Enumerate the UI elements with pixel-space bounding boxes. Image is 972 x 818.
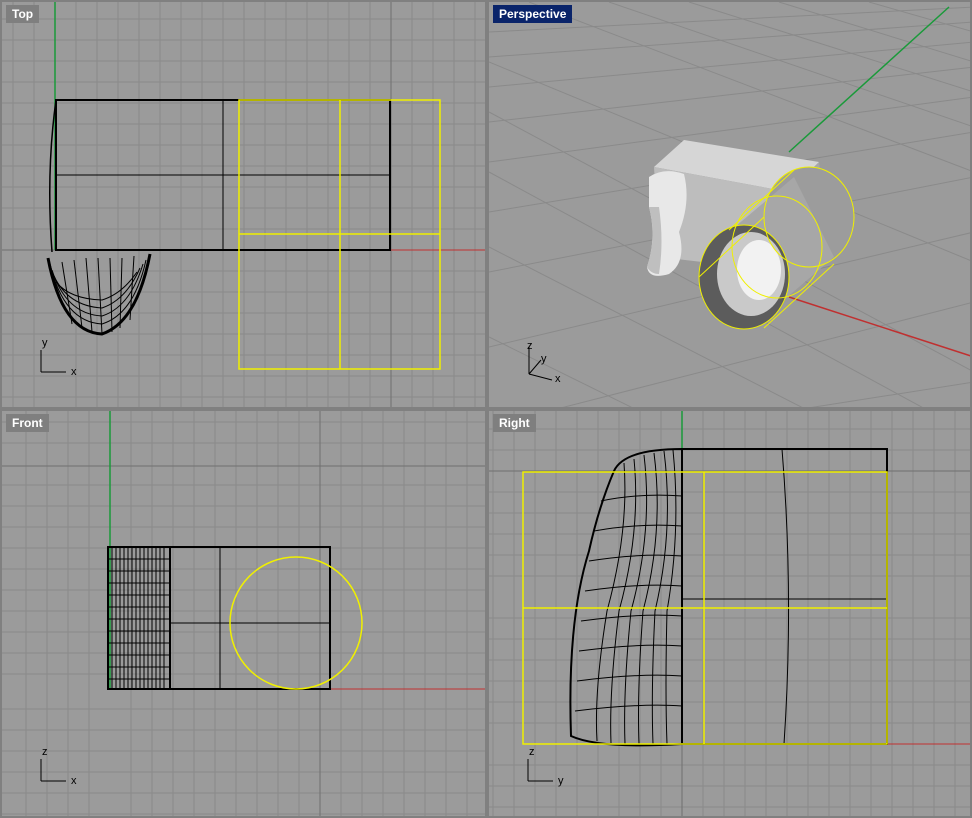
- viewport-front[interactable]: z x Front: [0, 409, 487, 818]
- viewport-perspective[interactable]: z y x Perspective: [487, 0, 972, 409]
- perspective-y-axis: [788, 6, 950, 153]
- perspective-axis-label-x: x: [555, 373, 561, 385]
- front-body-wire: [107, 546, 331, 690]
- front-axis-label-z: z: [42, 746, 48, 758]
- top-grip-mesh: [46, 253, 152, 336]
- viewport-title-perspective[interactable]: Perspective: [493, 5, 573, 23]
- viewport-top[interactable]: y x Top: [0, 0, 487, 409]
- right-view-canvas[interactable]: z y: [489, 411, 972, 818]
- right-axis-label-z: z: [529, 746, 535, 758]
- top-axis-triad: [40, 350, 66, 373]
- right-axis-label-y: y: [558, 775, 564, 787]
- viewport-title-front[interactable]: Front: [6, 414, 49, 432]
- perspective-grip: [647, 171, 687, 276]
- perspective-axis-label-z: z: [527, 340, 533, 352]
- front-axis-triad: [40, 759, 66, 782]
- right-grip-mesh: [569, 447, 683, 747]
- front-axis-label-x: x: [71, 775, 77, 787]
- top-lens-selected: [238, 99, 441, 370]
- perspective-view-canvas[interactable]: z y x: [489, 2, 972, 409]
- top-view-canvas[interactable]: y x: [2, 2, 487, 409]
- front-grid: [2, 411, 485, 816]
- front-grip-mesh: [107, 546, 171, 690]
- right-axis-triad: [527, 759, 553, 782]
- viewport-title-top[interactable]: Top: [6, 5, 40, 23]
- viewport-right[interactable]: z y Right: [487, 409, 972, 818]
- perspective-axis-label-y: y: [541, 353, 547, 365]
- front-view-canvas[interactable]: z x: [2, 411, 487, 818]
- perspective-x-axis: [788, 296, 970, 357]
- front-grid-major: [2, 411, 485, 816]
- top-axis-label-y: y: [42, 337, 48, 349]
- top-axis-label-x: x: [71, 366, 77, 378]
- top-grid: [2, 2, 485, 407]
- viewport-title-right[interactable]: Right: [493, 414, 536, 432]
- right-body-wire: [681, 448, 888, 745]
